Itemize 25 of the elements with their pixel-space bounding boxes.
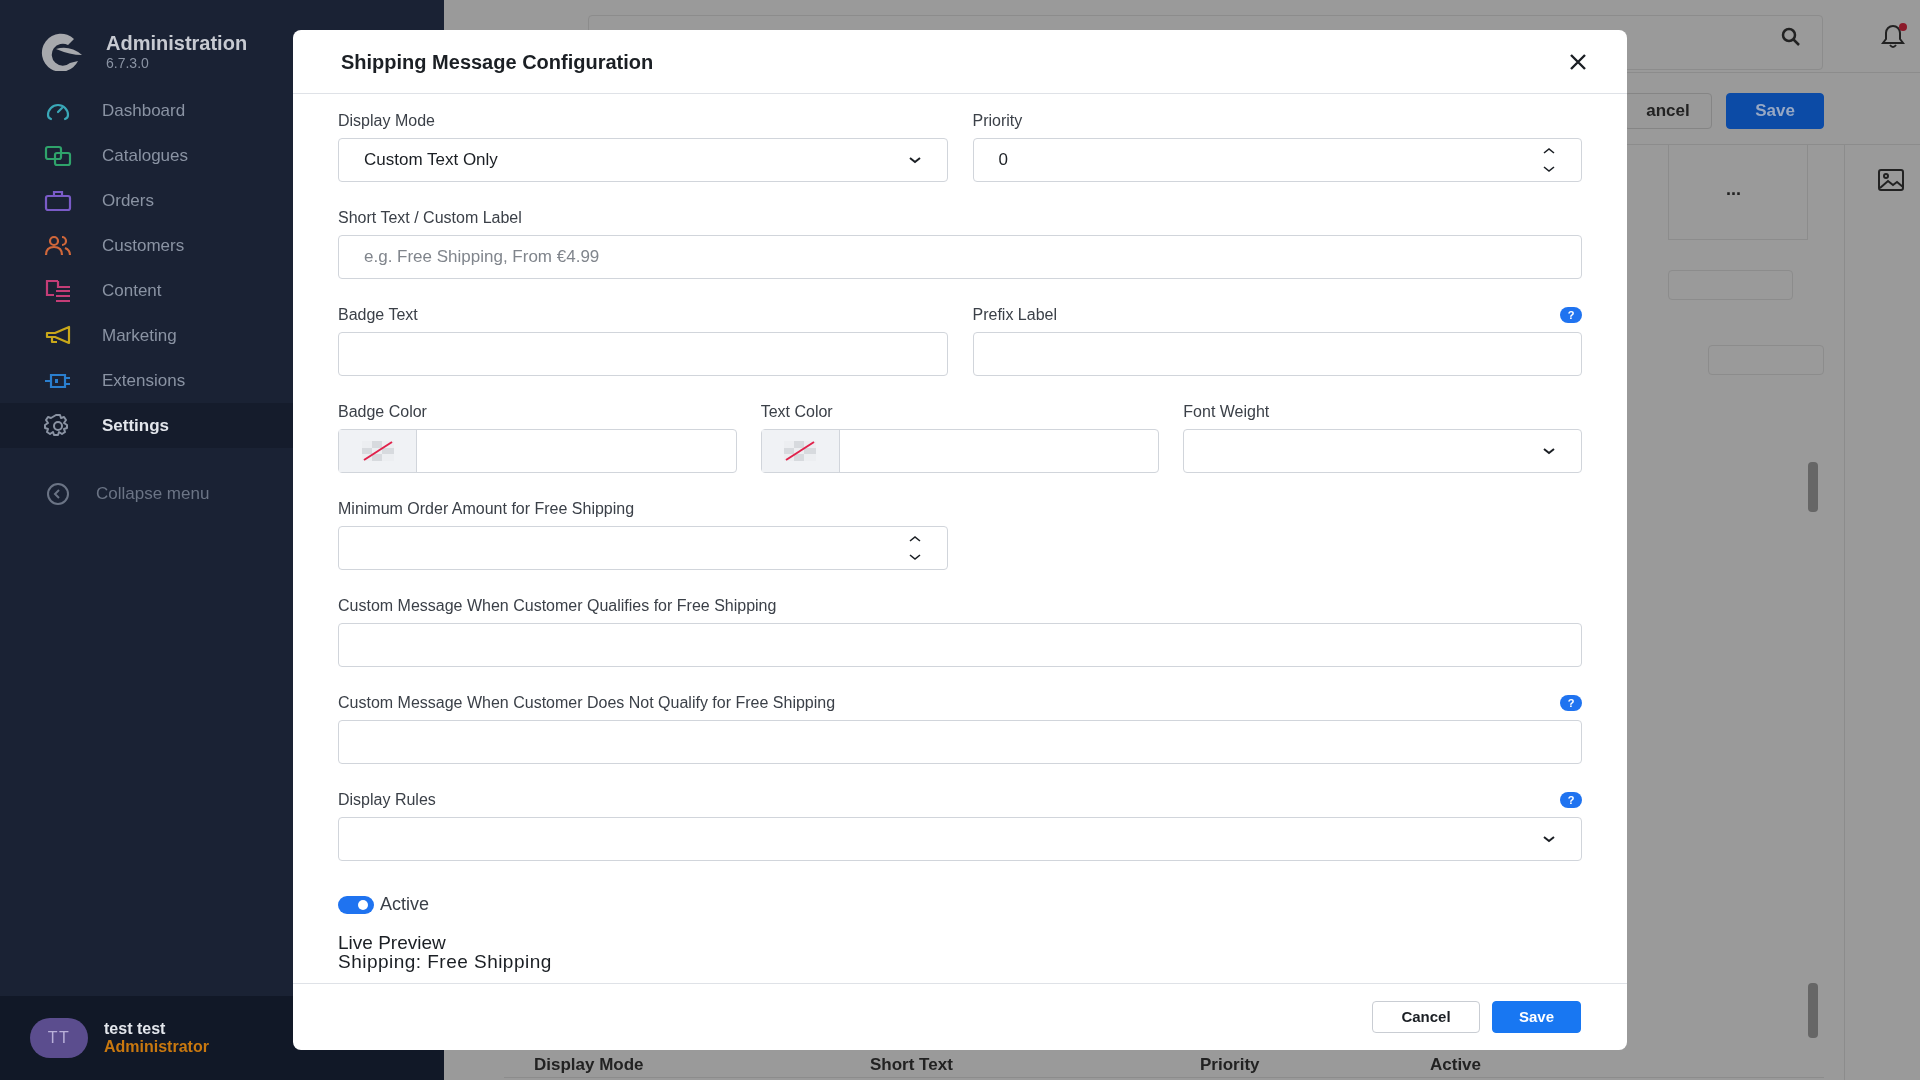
field-label: Custom Message When Customer Does Not Qualify for Free Shipping <box>338 693 836 713</box>
field-label: Badge Color <box>338 402 427 422</box>
field-label: Text Color <box>760 402 833 422</box>
field-label: Display Mode <box>338 111 435 131</box>
field-label: Short Text / Custom Label <box>338 208 522 228</box>
app-title: Administration <box>106 31 248 55</box>
field-label: Font Weight <box>1183 402 1270 422</box>
field-label: Display Rules <box>338 790 436 810</box>
column-header: Priority <box>1200 1054 1260 1076</box>
preview-title: Live Preview <box>338 933 447 952</box>
column-header: Short Text <box>870 1054 953 1076</box>
column-header: Display Mode <box>534 1054 644 1076</box>
column-header: Active <box>1430 1054 1482 1076</box>
dialog-title: Shipping Message Configuration <box>341 49 654 75</box>
field-label: Custom Message When Customer Qualifies for Free Shipping <box>338 596 777 616</box>
user-avatar: TT <box>30 1018 88 1058</box>
user-name: test test <box>104 1020 167 1038</box>
toggle-label: Active <box>380 893 430 916</box>
preview-text: Shipping: Free Shipping <box>338 952 553 971</box>
user-role: Administrator <box>104 1038 209 1056</box>
version-label: 6.7.3.0 <box>106 55 150 71</box>
field-label: Minimum Order Amount for Free Shipping <box>338 499 635 519</box>
field-label: Priority <box>972 111 1023 131</box>
field-label: Badge Text <box>338 305 418 325</box>
field-label: Prefix Label <box>972 305 1057 325</box>
